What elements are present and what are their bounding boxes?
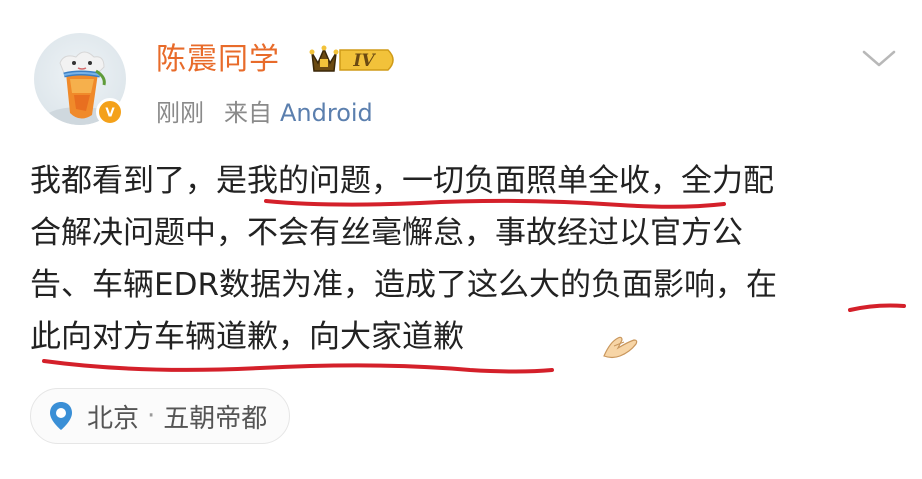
location-separator: · [147,401,156,431]
svg-text:V: V [105,106,115,120]
weibo-post: V 陈震同学 IV 刚刚 来自 Android 我都看到了，是我的问题，一切负面照单… [0,0,922,479]
location-area: 五朝帝都 [163,403,268,434]
verified-badge-icon: V [96,98,124,126]
source-prefix: 来自 [224,99,272,127]
post-time: 刚刚 [156,99,204,127]
location-tag[interactable]: 北京 · 五朝帝都 [30,388,291,444]
chevron-down-icon[interactable] [858,44,900,72]
location-city: 北京 [87,403,140,434]
post-body-line: 合解决问题中，不会有丝毫懈怠，事故经过以官方公 [30,215,743,251]
folded-hands-emoji [603,336,638,359]
crown-level-badge-icon[interactable]: IV [306,41,402,79]
source-link[interactable]: Android [280,99,373,127]
post-body-line: 此向对方车辆道歉，向大家道歉 [30,319,464,355]
post-body-line: 告、车辆EDR数据为准，造成了这么大的负面影响，在 [30,267,777,303]
author-name[interactable]: 陈震同学 [156,40,280,80]
post-body: 我都看到了，是我的问题，一切负面照单全收，全力配 合解决问题中，不会有丝毫懈怠，… [30,155,910,363]
location-pin-icon [50,402,72,430]
level-badge-label: IV [352,51,376,71]
post-meta: 刚刚 来自 Android [156,96,373,130]
post-body-line: 我都看到了，是我的问题，一切负面照单全收，全力配 [30,163,774,199]
